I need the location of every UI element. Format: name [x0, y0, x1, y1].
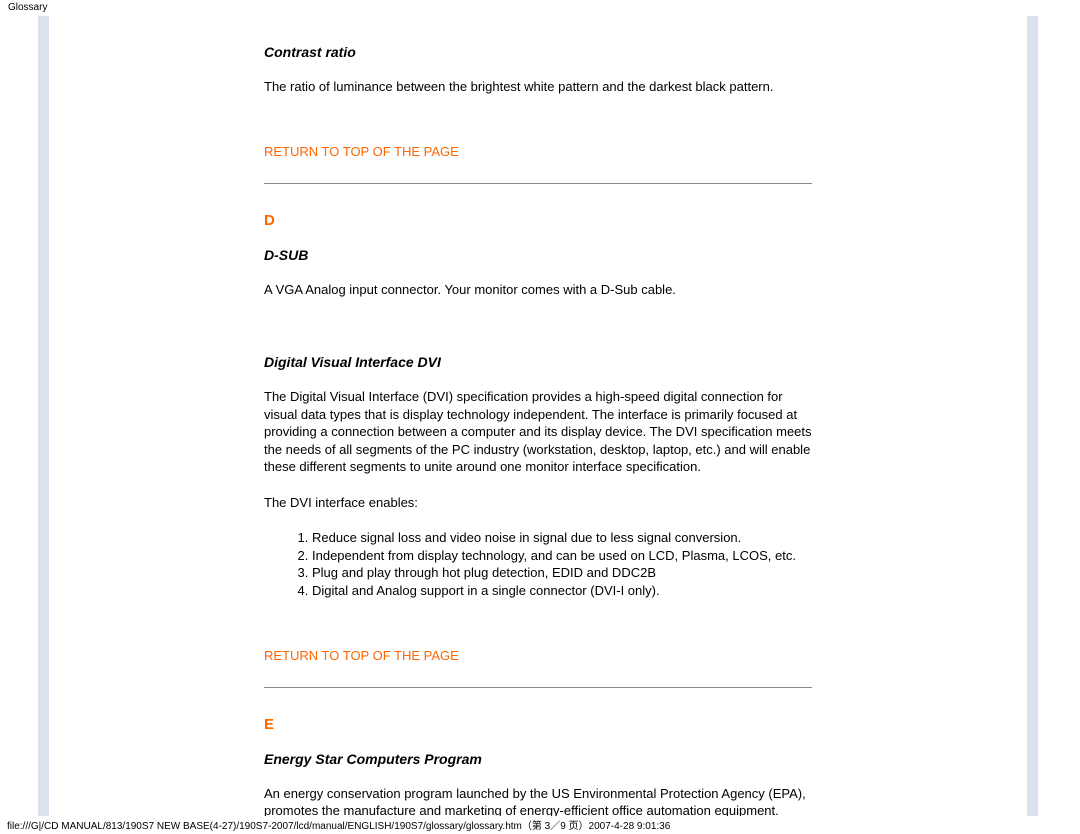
content-box: Contrast ratio The ratio of luminance be…: [49, 16, 1027, 816]
list-item: Plug and play through hot plug detection…: [312, 564, 812, 582]
footer-file-path: file:///G|/CD MANUAL/813/190S7 NEW BASE(…: [7, 817, 670, 832]
section-divider: [264, 183, 812, 184]
term-body-dvi: The Digital Visual Interface (DVI) speci…: [264, 388, 812, 476]
spacer: [264, 316, 812, 344]
term-body-contrast-ratio: The ratio of luminance between the brigh…: [264, 78, 812, 96]
term-title-contrast-ratio: Contrast ratio: [264, 44, 812, 60]
return-top-link[interactable]: RETURN TO TOP OF THE PAGE: [264, 648, 812, 663]
term-title-d-sub: D-SUB: [264, 247, 812, 263]
section-divider: [264, 687, 812, 688]
return-top-link[interactable]: RETURN TO TOP OF THE PAGE: [264, 144, 812, 159]
term-body-energy-star: An energy conservation program launched …: [264, 785, 812, 816]
section-letter-d: D: [264, 212, 812, 229]
dvi-enables-list: Reduce signal loss and video noise in si…: [264, 529, 812, 599]
section-letter-e: E: [264, 716, 812, 733]
page-frame: Contrast ratio The ratio of luminance be…: [38, 16, 1038, 816]
dvi-enables-intro: The DVI interface enables:: [264, 494, 812, 512]
list-item: Reduce signal loss and video noise in si…: [312, 529, 812, 547]
term-title-energy-star: Energy Star Computers Program: [264, 751, 812, 767]
list-item: Independent from display technology, and…: [312, 547, 812, 565]
list-item: Digital and Analog support in a single c…: [312, 582, 812, 600]
header-glossary-label: Glossary: [0, 0, 1080, 15]
term-body-d-sub: A VGA Analog input connector. Your monit…: [264, 281, 812, 299]
term-title-dvi: Digital Visual Interface DVI: [264, 354, 812, 370]
